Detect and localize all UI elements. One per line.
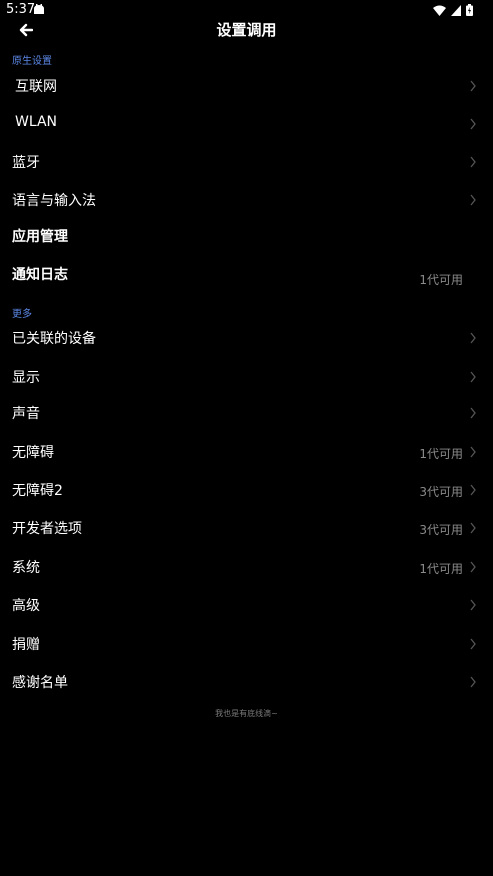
row-donate[interactable]: 捐赠 [0, 625, 493, 663]
row-label: 互联网 [15, 79, 57, 95]
battery-icon [466, 4, 473, 16]
row-label: 捐赠 [12, 637, 40, 653]
footer-note: 我也是有底线滴~ [215, 709, 278, 718]
signal-icon [451, 4, 461, 16]
row-connected-devices[interactable]: 已关联的设备 [0, 319, 493, 357]
chevron-right-icon [470, 561, 476, 573]
row-internet[interactable]: 互联网 [0, 67, 493, 105]
row-bluetooth[interactable]: 蓝牙 [0, 143, 493, 181]
row-value: 3代可用 [419, 523, 463, 537]
row-label: 通知日志 [12, 267, 68, 283]
row-value: 1代可用 [419, 562, 463, 576]
row-accessibility[interactable]: 无障碍 1代可用 [0, 433, 493, 471]
row-label: 语言与输入法 [12, 193, 96, 209]
section-header-native: 原生设置 [12, 56, 52, 67]
row-label: 高级 [12, 598, 40, 614]
notification-icon [34, 4, 44, 14]
chevron-right-icon [470, 371, 476, 383]
chevron-right-icon [470, 332, 476, 344]
row-label: 蓝牙 [12, 155, 40, 171]
chevron-right-icon [470, 407, 476, 419]
row-label: 声音 [12, 406, 40, 422]
row-label: 系统 [12, 560, 40, 576]
row-notif-log[interactable]: 通知日志 1代可用 [0, 255, 493, 293]
row-developer[interactable]: 开发者选项 3代可用 [0, 509, 493, 547]
chevron-right-icon [470, 676, 476, 688]
row-value: 1代可用 [419, 447, 463, 461]
row-display[interactable]: 显示 [0, 358, 493, 396]
toolbar: 设置调用 [0, 18, 493, 44]
page-title: 设置调用 [216, 21, 277, 39]
chevron-right-icon [470, 484, 476, 496]
row-system[interactable]: 系统 1代可用 [0, 548, 493, 586]
row-accessibility2[interactable]: 无障碍2 3代可用 [0, 471, 493, 509]
row-value: 1代可用 [419, 273, 463, 287]
chevron-right-icon [470, 522, 476, 534]
wifi-icon [433, 5, 446, 16]
status-icons [433, 3, 473, 17]
row-app-manage[interactable]: 应用管理 [0, 217, 493, 255]
chevron-right-icon [470, 446, 476, 458]
chevron-right-icon [470, 80, 476, 92]
row-value: 3代可用 [419, 485, 463, 499]
chevron-right-icon [470, 638, 476, 650]
row-label: 感谢名单 [12, 675, 68, 691]
row-label: 无障碍2 [12, 483, 63, 499]
status-time: 5:37 [6, 2, 36, 17]
chevron-right-icon [470, 118, 476, 130]
chevron-right-icon [470, 156, 476, 168]
row-label: 开发者选项 [12, 521, 82, 537]
chevron-right-icon [470, 599, 476, 611]
row-wlan[interactable]: WLAN [0, 105, 493, 143]
row-thanks[interactable]: 感谢名单 [0, 663, 493, 701]
row-label: 显示 [12, 370, 40, 386]
status-bar: 5:37 [0, 0, 493, 20]
section-header-more: 更多 [12, 309, 32, 320]
chevron-right-icon [470, 194, 476, 206]
row-label: WLAN [15, 114, 58, 130]
row-sound[interactable]: 声音 [0, 394, 493, 432]
row-label: 应用管理 [12, 229, 68, 245]
row-label: 无障碍 [12, 445, 54, 461]
row-advanced[interactable]: 高级 [0, 586, 493, 624]
row-label: 已关联的设备 [12, 331, 96, 347]
row-language[interactable]: 语言与输入法 [0, 181, 493, 219]
